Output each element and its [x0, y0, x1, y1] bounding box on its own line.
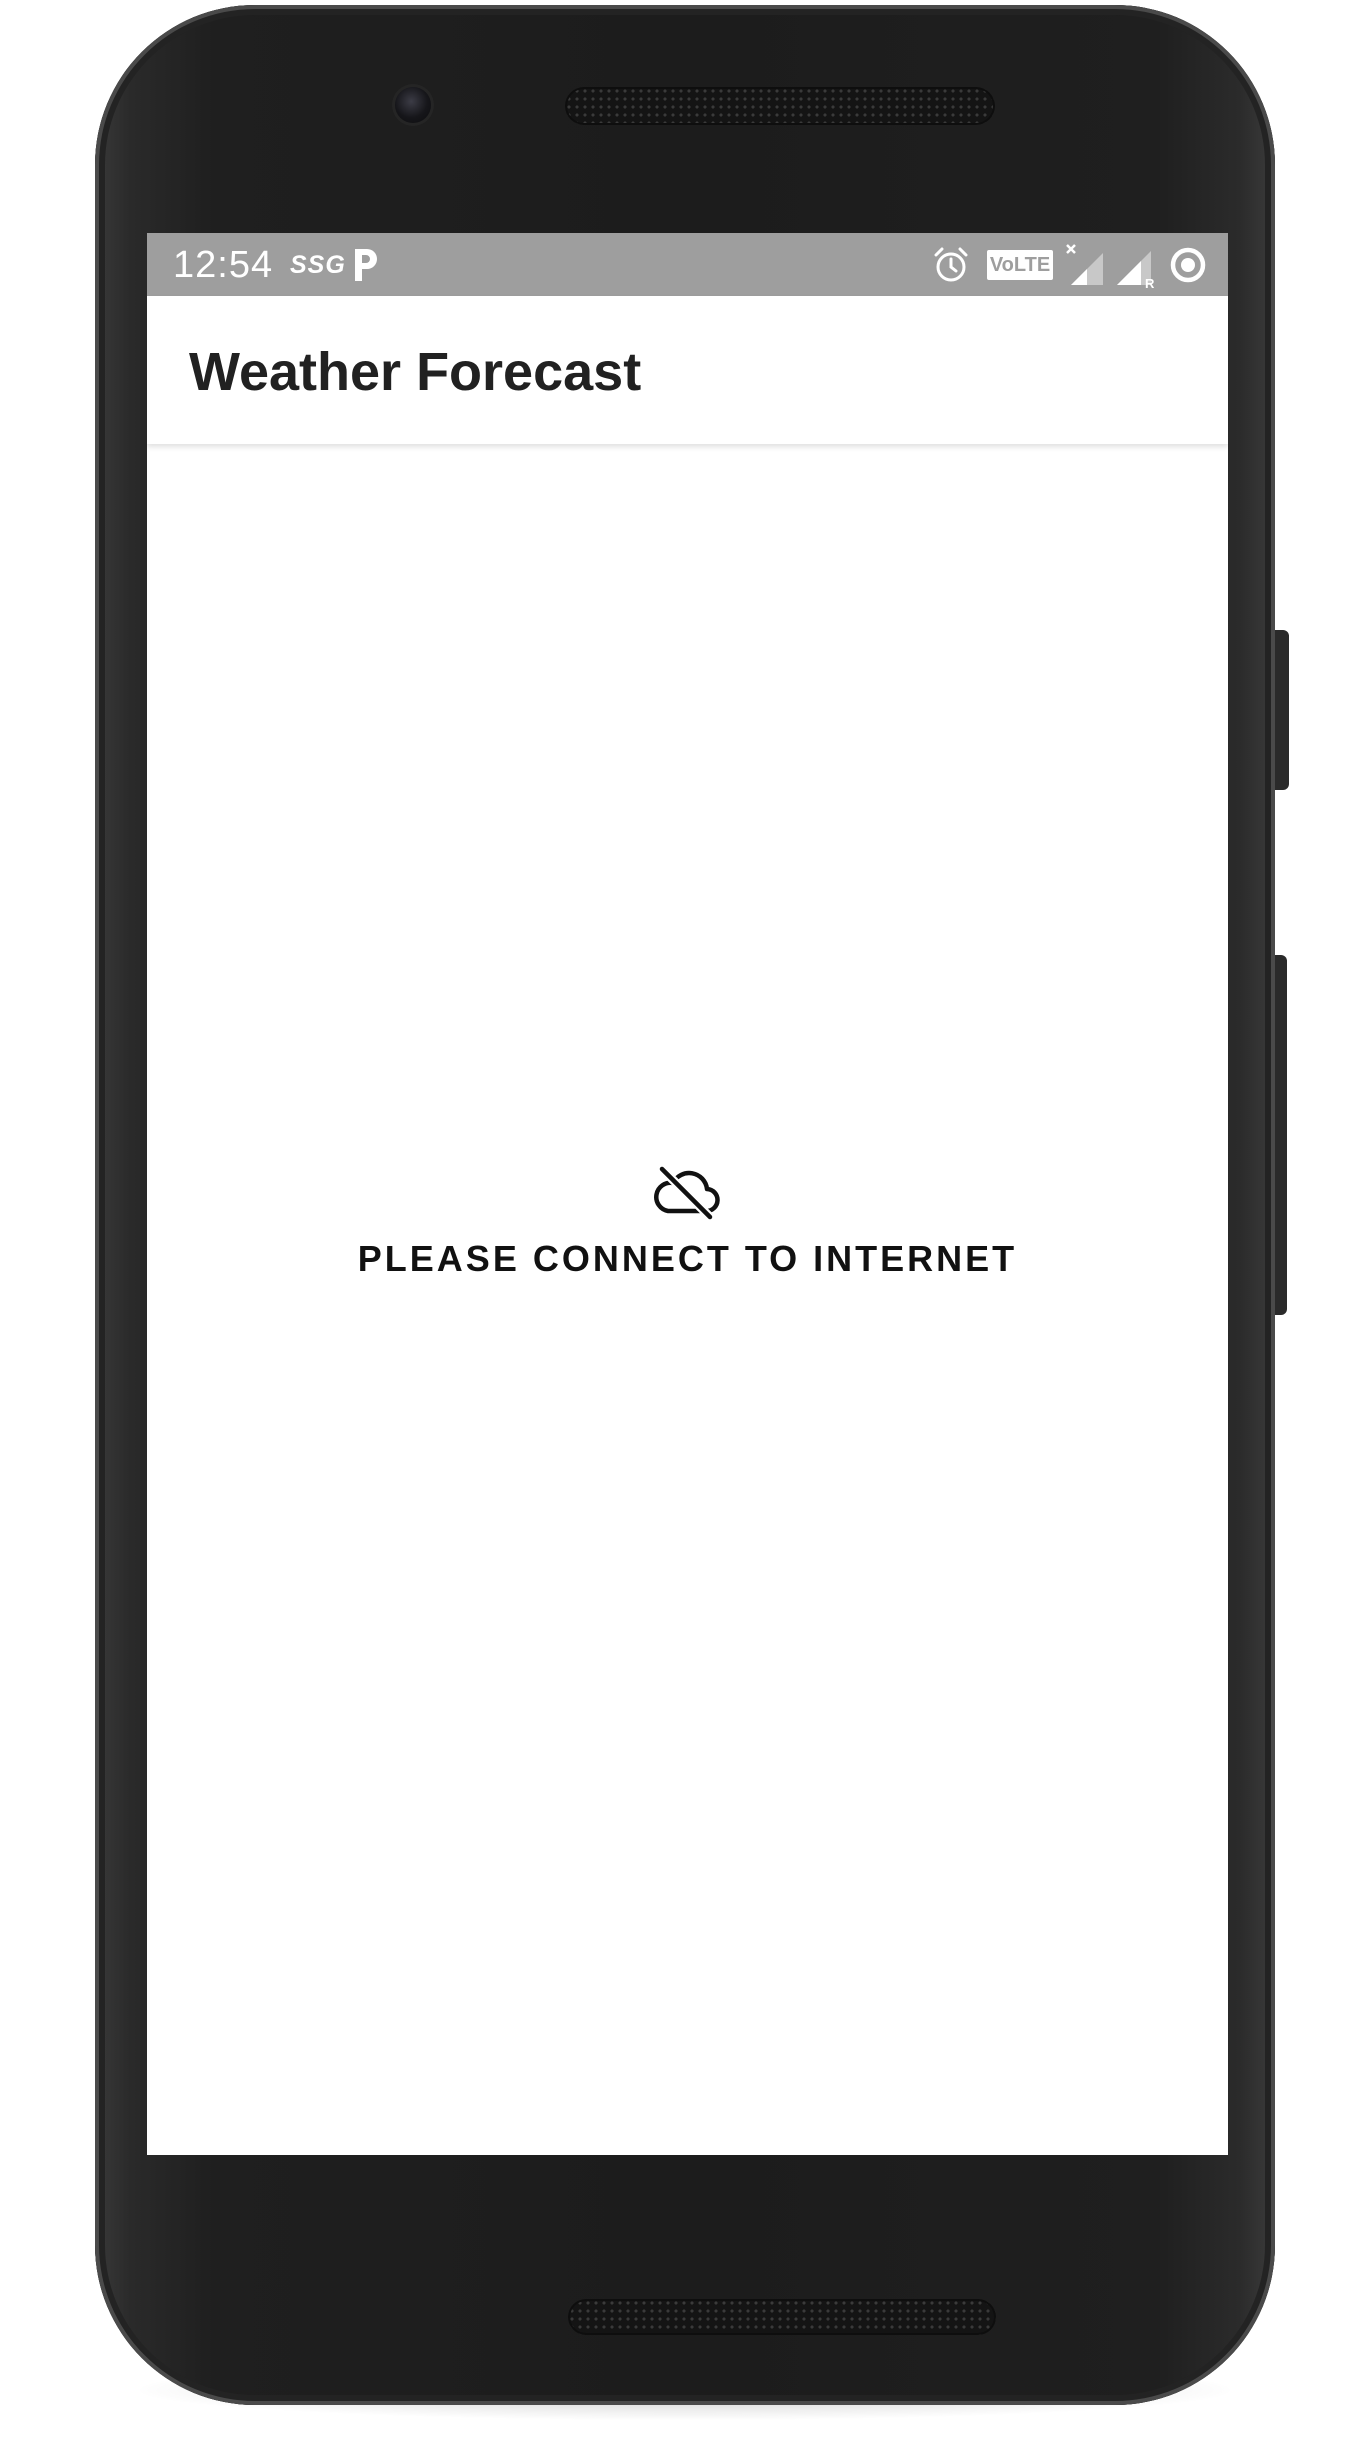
power-button: [1275, 630, 1289, 790]
signal-x-icon: [1066, 244, 1103, 285]
parking-icon: [355, 249, 377, 281]
status-time: 12:54: [173, 244, 274, 286]
circle-status-icon: [1170, 247, 1206, 283]
volte-icon: VoLTE: [987, 250, 1053, 280]
status-bar: 12:54 SSG VoLTE R: [147, 233, 1228, 296]
app-bar: Weather Forecast: [147, 296, 1228, 444]
page-title: Weather Forecast: [189, 342, 642, 402]
device-mockup-stage: 12:54 SSG VoLTE R Weather Forecast PLEAS…: [0, 0, 1370, 2446]
front-camera: [395, 87, 431, 123]
carrier-badge: SSG: [290, 251, 346, 279]
top-speaker-grille: [565, 87, 995, 125]
svg-text:R: R: [1145, 276, 1155, 289]
bottom-speaker-grille: [568, 2299, 996, 2335]
cloud-off-icon: [653, 1165, 720, 1221]
phone-screen: 12:54 SSG VoLTE R Weather Forecast PLEAS…: [147, 233, 1228, 2155]
signal-roaming-icon: R: [1117, 251, 1155, 289]
no-connection-state: PLEASE CONNECT TO INTERNET: [147, 1165, 1228, 1281]
no-internet-message: PLEASE CONNECT TO INTERNET: [357, 1238, 1018, 1279]
volume-button: [1275, 955, 1287, 1315]
alarm-icon: [934, 247, 968, 282]
